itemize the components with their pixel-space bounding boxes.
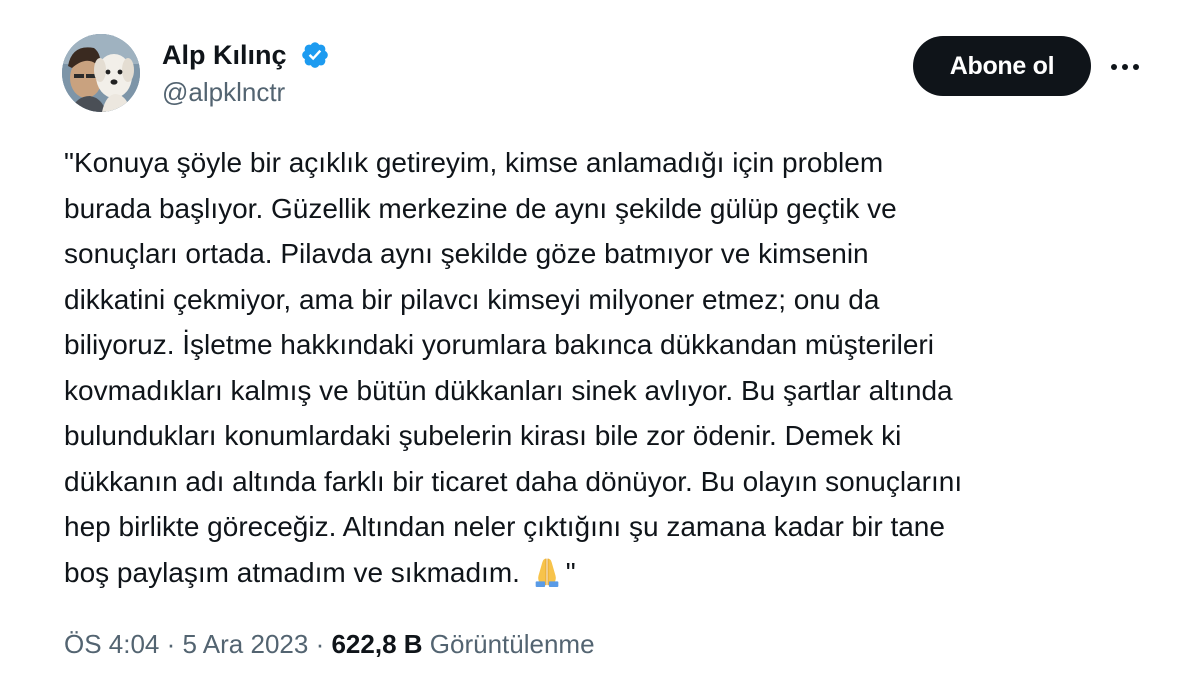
- tweet-line: hep birlikte göreceğiz. Altından neler ç…: [64, 511, 945, 542]
- tweet-line: burada başlıyor. Güzellik merkezine de a…: [64, 192, 897, 224]
- more-options-button[interactable]: [1104, 46, 1146, 88]
- views-label: Görüntülenme: [429, 629, 595, 659]
- folded-hands-icon: [535, 558, 559, 587]
- display-name[interactable]: Alp Kılınç: [162, 38, 287, 72]
- verified-badge-icon: [302, 42, 328, 68]
- meta-separator: ·: [166, 629, 176, 659]
- follow-button[interactable]: Abone ol: [913, 36, 1091, 96]
- tweet-line: dikkatini çekmiyor, ama bir pilavcı kims…: [64, 283, 880, 315]
- tweet-time[interactable]: ÖS 4:04: [64, 629, 159, 659]
- views-count: 622,8 B: [331, 629, 423, 659]
- tweet-line: bulundukları konumlardaki şubelerin kira…: [64, 420, 902, 451]
- tweet-line: kovmadıkları kalmış ve bütün dükkanları …: [64, 374, 953, 406]
- meta-separator: ·: [315, 629, 325, 659]
- tweet-line: biliyoruz. İşletme hakkındaki yorumlara …: [64, 329, 934, 360]
- tweet-line: "Konuya şöyle bir açıklık getireyim, kim…: [64, 147, 884, 178]
- user-handle[interactable]: @alpklnctr: [162, 76, 285, 108]
- more-horizontal-icon: [1111, 64, 1139, 70]
- tweet-meta: ÖS 4:04 · 5 Ara 2023 · 622,8 B Görüntüle…: [64, 627, 595, 661]
- tweet-closing-quote: ": [565, 556, 576, 588]
- avatar[interactable]: [62, 34, 140, 112]
- tweet-line: sonuçları ortada. Pilavda aynı şekilde g…: [64, 238, 869, 269]
- tweet-text: "Konuya şöyle bir açıklık getireyim, kim…: [64, 140, 1164, 595]
- tweet-line: dükkanın adı altında farklı bir ticaret …: [64, 465, 963, 497]
- tweet-date[interactable]: 5 Ara 2023: [183, 629, 309, 659]
- top-edge: [0, 0, 1200, 8]
- tweet-line-last: boş paylaşım atmadım ve sıkmadım. ": [64, 550, 1164, 596]
- tweet-line-text: boş paylaşım atmadım ve sıkmadım.: [64, 556, 520, 588]
